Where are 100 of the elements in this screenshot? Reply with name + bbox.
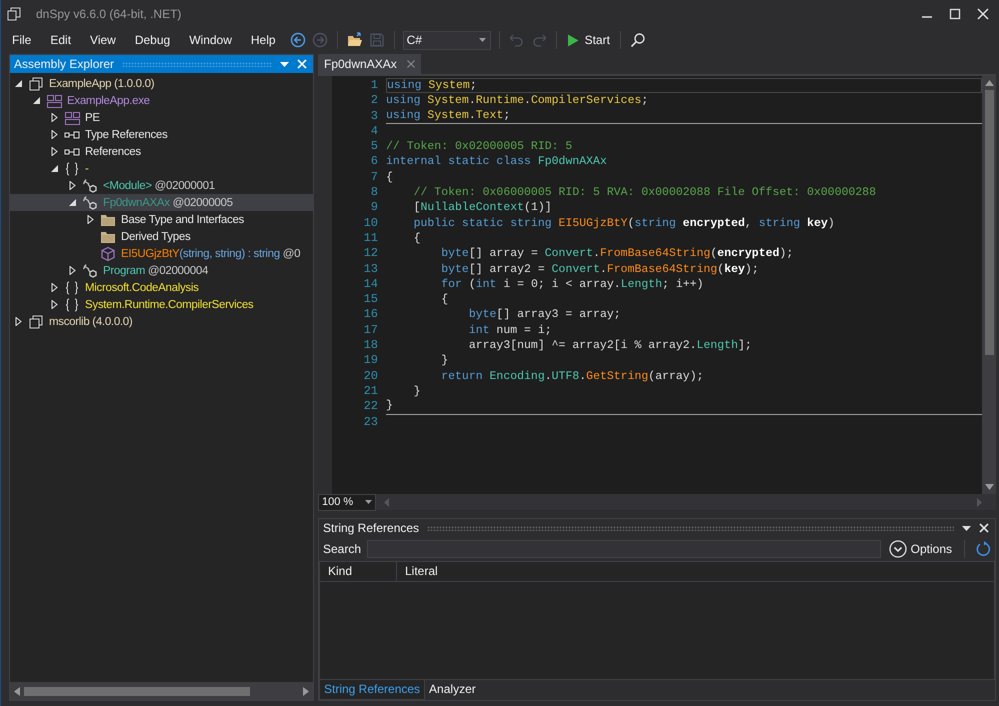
collapsed-arrow-icon[interactable] xyxy=(50,300,59,309)
editor-tab[interactable]: Fp0dwnAXAx xyxy=(318,54,421,74)
play-icon xyxy=(566,34,579,46)
tree-item[interactable]: Fp0dwnAXAx @02000005 xyxy=(10,194,313,211)
collapsed-arrow-icon[interactable] xyxy=(50,147,59,156)
options-button[interactable]: Options xyxy=(886,540,954,558)
line-number: 17 xyxy=(362,322,378,338)
code-line: for (int i = 0; i < array.Length; i++) xyxy=(440,278,704,291)
code-line: int num = i; xyxy=(468,324,552,337)
menu-item[interactable]: File xyxy=(4,33,40,47)
tree-item[interactable]: - xyxy=(10,160,313,177)
start-button[interactable]: Start xyxy=(562,33,614,47)
zoom-dropdown[interactable]: 100 % xyxy=(318,494,376,510)
menu-item[interactable]: Help xyxy=(242,33,284,47)
item-label: Type References xyxy=(85,128,168,140)
scroll-down-icon[interactable] xyxy=(984,484,994,490)
search-label: Search xyxy=(323,542,362,556)
line-number: 14 xyxy=(362,276,378,292)
scrollbar-thumb[interactable] xyxy=(984,90,994,356)
code-line: { xyxy=(412,232,421,245)
language-dropdown[interactable]: C# xyxy=(402,30,491,50)
tree-item[interactable]: PE xyxy=(10,109,313,126)
namespace-icon xyxy=(64,296,80,312)
line-number: 16 xyxy=(362,307,378,323)
module-icon xyxy=(64,110,80,126)
tree-item[interactable]: Type References xyxy=(10,126,313,143)
tree-item[interactable]: System.Runtime.CompilerServices xyxy=(10,296,313,313)
line-number: 8 xyxy=(370,185,378,200)
menu-item[interactable]: Debug xyxy=(126,33,178,47)
dropdown-arrow-icon xyxy=(365,500,372,504)
line-number: 7 xyxy=(370,170,378,186)
item-label: System.Runtime.CompilerServices xyxy=(85,298,254,310)
tree-item[interactable]: ExampleApp.exe xyxy=(10,92,313,109)
collapsed-arrow-icon[interactable] xyxy=(50,130,59,139)
chevron-down-icon xyxy=(888,540,907,558)
collapsed-arrow-icon[interactable] xyxy=(14,317,23,326)
line-number: 19 xyxy=(362,353,378,369)
scrollbar-thumb[interactable] xyxy=(24,686,250,696)
dropdown-arrow-icon[interactable] xyxy=(962,526,971,530)
line-number: 2 xyxy=(370,93,378,109)
tree-item[interactable]: EI5UGjzBtY(string, string) : string @0 xyxy=(10,245,313,262)
back-icon[interactable] xyxy=(290,32,306,48)
line-number: 5 xyxy=(370,139,378,154)
code-line: using System.Text; xyxy=(386,108,510,122)
menu-item[interactable]: Window xyxy=(181,33,240,47)
column-header[interactable]: Literal xyxy=(397,562,438,581)
item-label: PE xyxy=(85,112,100,124)
tree-item[interactable]: mscorlib (4.0.0.0) xyxy=(10,313,313,330)
item-label: Fp0dwnAXAx @02000005 xyxy=(103,196,233,208)
panel-tab[interactable]: Analyzer xyxy=(425,680,480,700)
namespace-icon xyxy=(64,280,80,296)
search-icon[interactable] xyxy=(630,32,646,48)
line-number: 15 xyxy=(362,292,378,308)
menu-item[interactable]: Edit xyxy=(42,33,80,47)
scroll-up-icon[interactable] xyxy=(984,80,994,86)
namespace-icon xyxy=(64,160,80,176)
tree-item[interactable]: ExampleApp (1.0.0.0) xyxy=(10,75,313,92)
collapsed-arrow-icon[interactable] xyxy=(86,215,95,224)
collapsed-arrow-icon[interactable] xyxy=(68,266,77,275)
expanded-arrow-icon[interactable] xyxy=(50,164,59,173)
tree-item[interactable]: Derived Types xyxy=(10,228,313,245)
item-label: Derived Types xyxy=(121,230,190,242)
open-folder-icon[interactable] xyxy=(346,32,363,48)
code-line: // Token: 0x06000005 RID: 5 RVA: 0x00002088 File Offset: 0x00000288 xyxy=(412,186,876,200)
line-number: 10 xyxy=(362,216,378,231)
code-line: { xyxy=(440,293,448,306)
panel-tab[interactable]: String References xyxy=(319,680,426,700)
scroll-right-icon[interactable] xyxy=(303,686,309,696)
collapsed-arrow-icon[interactable] xyxy=(68,181,77,190)
scroll-left-icon[interactable] xyxy=(14,686,20,696)
class-icon xyxy=(82,178,98,194)
expanded-arrow-icon[interactable] xyxy=(32,96,41,105)
tree-item[interactable]: References xyxy=(10,143,313,160)
code-line: byte[] array2 = Convert.FromBase64String(key); xyxy=(440,262,759,276)
line-number: 21 xyxy=(362,384,378,400)
line-number: 11 xyxy=(362,230,378,246)
code-line: } xyxy=(412,384,421,398)
assembly-icon xyxy=(28,314,44,330)
column-header[interactable]: Kind xyxy=(320,562,397,581)
dropdown-arrow-icon xyxy=(478,38,486,42)
tree-item[interactable]: Base Type and Interfaces xyxy=(10,211,313,228)
tree-item[interactable]: <Module> @02000001 xyxy=(10,177,313,194)
item-label: Base Type and Interfaces xyxy=(121,214,244,226)
collapsed-arrow-icon[interactable] xyxy=(50,283,59,292)
expanded-arrow-icon[interactable] xyxy=(14,79,23,88)
expanded-arrow-icon[interactable] xyxy=(68,198,77,207)
code-line: using System.Runtime.CompilerServices; xyxy=(386,94,648,108)
tree-item[interactable]: Program @02000004 xyxy=(10,262,313,279)
refresh-icon[interactable] xyxy=(975,541,991,557)
code-line: array3[num] ^= array2[i % array2.Length]; xyxy=(468,339,752,352)
menu-item[interactable]: View xyxy=(82,33,124,47)
dropdown-arrow-icon[interactable] xyxy=(280,62,289,66)
line-number: 1 xyxy=(370,78,378,94)
collapsed-arrow-icon[interactable] xyxy=(50,113,59,122)
tree-item[interactable]: Microsoft.CodeAnalysis xyxy=(10,279,313,296)
panel-title: String References xyxy=(323,521,420,535)
maximize-icon[interactable] xyxy=(949,8,961,20)
line-number: 23 xyxy=(362,414,378,430)
code-line: // Token: 0x02000005 RID: 5 xyxy=(386,140,572,154)
panel-title: Assembly Explorer xyxy=(14,57,114,71)
